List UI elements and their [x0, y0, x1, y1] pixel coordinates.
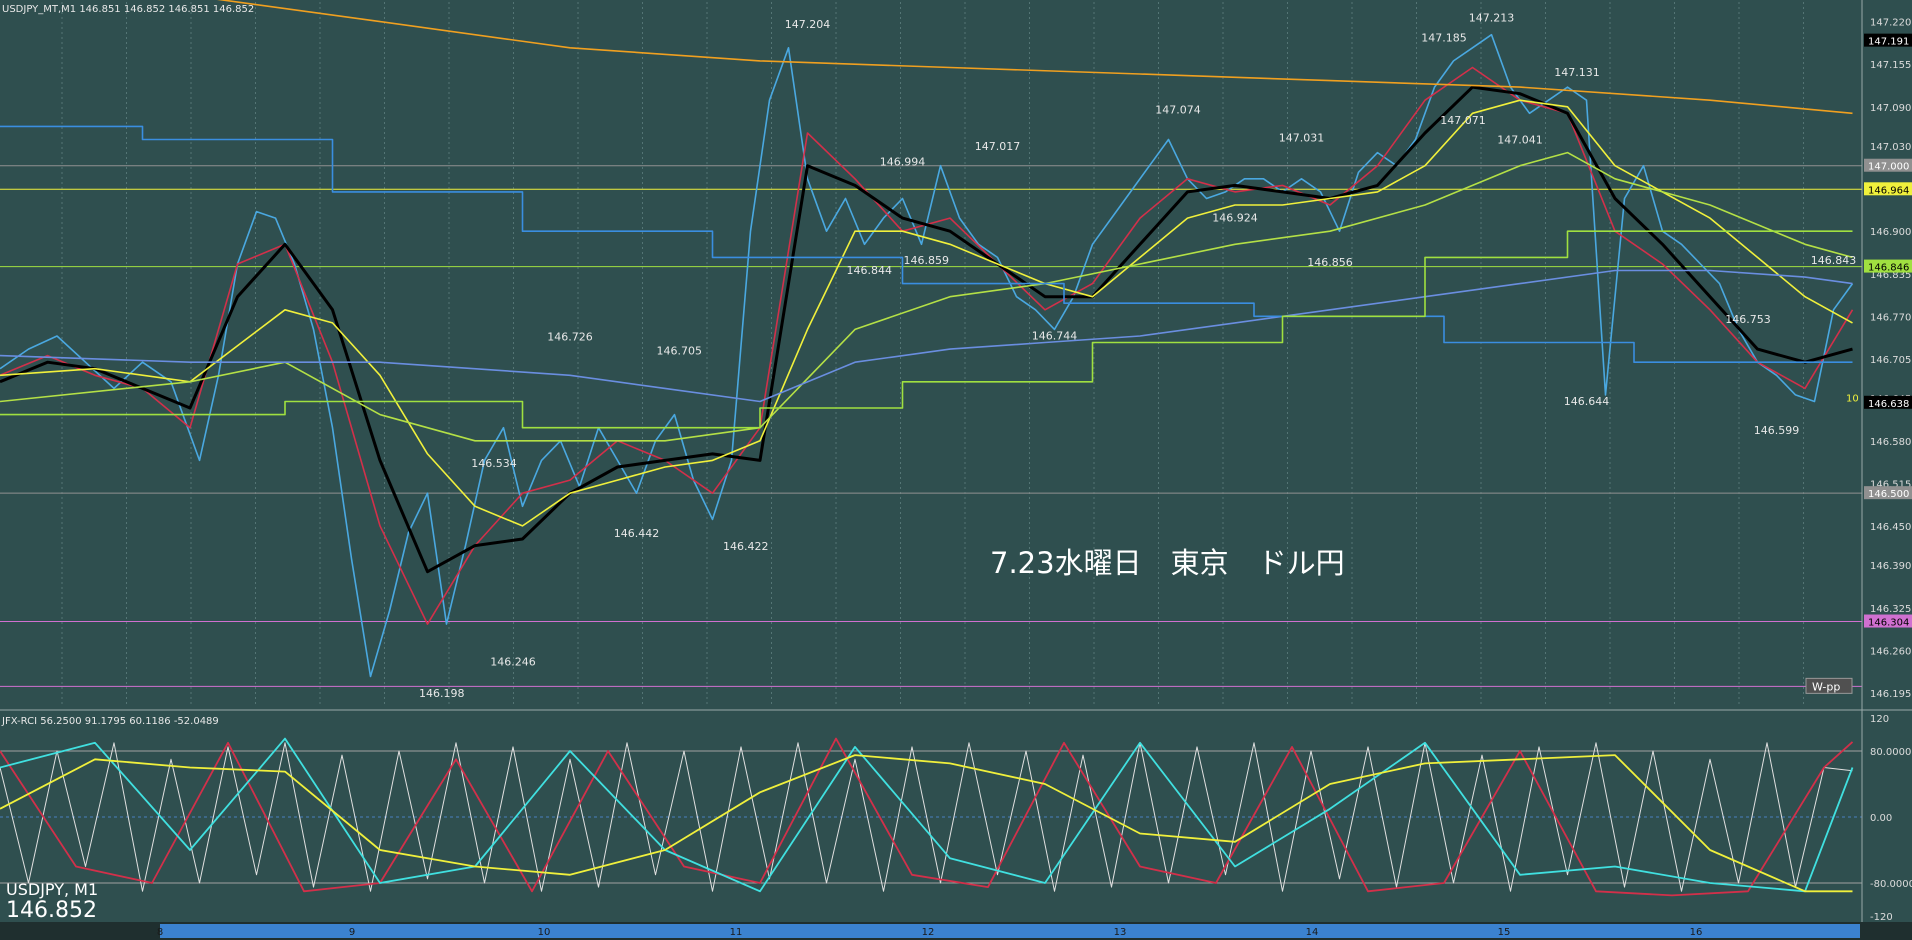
price-annotation: 146.844	[847, 264, 893, 277]
price-annotation: 146.753	[1725, 313, 1771, 326]
price-tick-label: 147.220	[1870, 18, 1911, 29]
time-tick-label: 12	[922, 927, 935, 938]
price-chart-svg[interactable]: 147.204 146.994 147.017 146.844 146.859 146.7…	[0, 0, 1912, 712]
price-tick-label: 146.450	[1870, 522, 1911, 533]
chart-background	[0, 0, 1912, 712]
time-tick-label: 11	[730, 927, 743, 938]
price-label-text: 146.500	[1868, 489, 1909, 500]
price-label-text: 147.000	[1868, 162, 1909, 173]
price-annotation: 146.198	[419, 687, 465, 700]
rci-tick-label: -120	[1870, 912, 1893, 922]
scroll-bar	[160, 924, 1860, 938]
price-label-text: 146.304	[1868, 618, 1909, 629]
price-annotation: 147.017	[975, 140, 1021, 153]
price-annotation: 147.131	[1554, 66, 1600, 79]
price-label-text: 147.191	[1868, 37, 1909, 48]
price-annotation: 147.031	[1279, 131, 1325, 144]
rci-tick-label: 120	[1870, 714, 1889, 725]
price-tick-label: 146.195	[1870, 689, 1911, 700]
price-label-text: 146.846	[1868, 263, 1909, 274]
wpp-tag-label: W-pp	[1812, 680, 1840, 693]
price-tick-label: 147.030	[1870, 142, 1911, 153]
price-annotation: 146.856	[1307, 256, 1353, 269]
symbol-header: USDJPY_MT,M1 146.851 146.852 146.851 146…	[2, 4, 255, 15]
price-tick-label: 146.900	[1870, 227, 1911, 238]
price-annotation: 146.843	[1811, 254, 1857, 267]
price-annotation: 146.442	[614, 527, 660, 540]
price-annotation: 146.246	[490, 655, 536, 668]
time-tick-label: 13	[1114, 927, 1127, 938]
price-annotation: 147.204	[785, 18, 831, 31]
price-annotation: 147.185	[1421, 31, 1467, 44]
price-tick-label: 146.580	[1870, 437, 1911, 448]
price-annotation: 146.859	[904, 254, 950, 267]
rci-tick-label: 0.00	[1870, 813, 1892, 824]
price-annotation: 146.644	[1564, 395, 1610, 408]
time-tick-label: 15	[1498, 927, 1511, 938]
price-label-text: 146.964	[1868, 185, 1909, 196]
rci-header: JFX-RCI 56.2500 91.1795 60.1186 -52.0489	[2, 716, 219, 727]
price-annotation: 147.071	[1440, 114, 1486, 127]
session-note: 7.23水曜日 東京 ドル円	[990, 546, 1345, 580]
time-tick-label: 16	[1690, 927, 1703, 938]
price-tick-label: 147.090	[1870, 103, 1911, 114]
price-annotation: 146.599	[1754, 424, 1800, 437]
price-label-text: 146.638	[1868, 399, 1909, 410]
time-tick-label: 14	[1306, 927, 1319, 938]
price-tick-label: 146.260	[1870, 646, 1911, 657]
price-tick-label: 146.705	[1870, 355, 1911, 366]
price-annotation: 147.041	[1497, 133, 1543, 146]
price-tick-label: 146.325	[1870, 604, 1911, 615]
price-tick-label: 147.155	[1870, 60, 1911, 71]
time-axis-svg: 8 9 10 11 12 13 14 15 16	[0, 922, 1912, 940]
rci-panel-svg[interactable]: 120 80.0000 0.00 -80.0000 -120	[0, 712, 1912, 922]
price-tick-label: 146.770	[1870, 312, 1911, 323]
corner-symbol: USDJPY, M1	[6, 880, 99, 899]
price-annotation: 146.726	[547, 331, 593, 344]
price-annotation: 146.744	[1032, 329, 1078, 342]
time-tick-label: 8	[157, 927, 163, 938]
price-annotation: 147.213	[1469, 12, 1515, 25]
extra-label: 10	[1846, 393, 1859, 404]
price-annotation: 147.074	[1155, 103, 1201, 116]
corner-price: 146.852	[6, 898, 97, 923]
price-annotation: 146.924	[1212, 211, 1258, 224]
time-tick-label: 10	[538, 927, 551, 938]
rci-tick-label: 80.0000	[1870, 747, 1911, 758]
price-annotation: 146.705	[657, 344, 703, 357]
price-annotation: 146.534	[471, 457, 517, 470]
rci-tick-label: -80.0000	[1870, 879, 1912, 890]
price-annotation: 146.994	[880, 156, 926, 169]
time-tick-label: 9	[349, 927, 355, 938]
price-tick-label: 146.390	[1870, 561, 1911, 572]
price-annotation: 146.422	[723, 540, 769, 553]
